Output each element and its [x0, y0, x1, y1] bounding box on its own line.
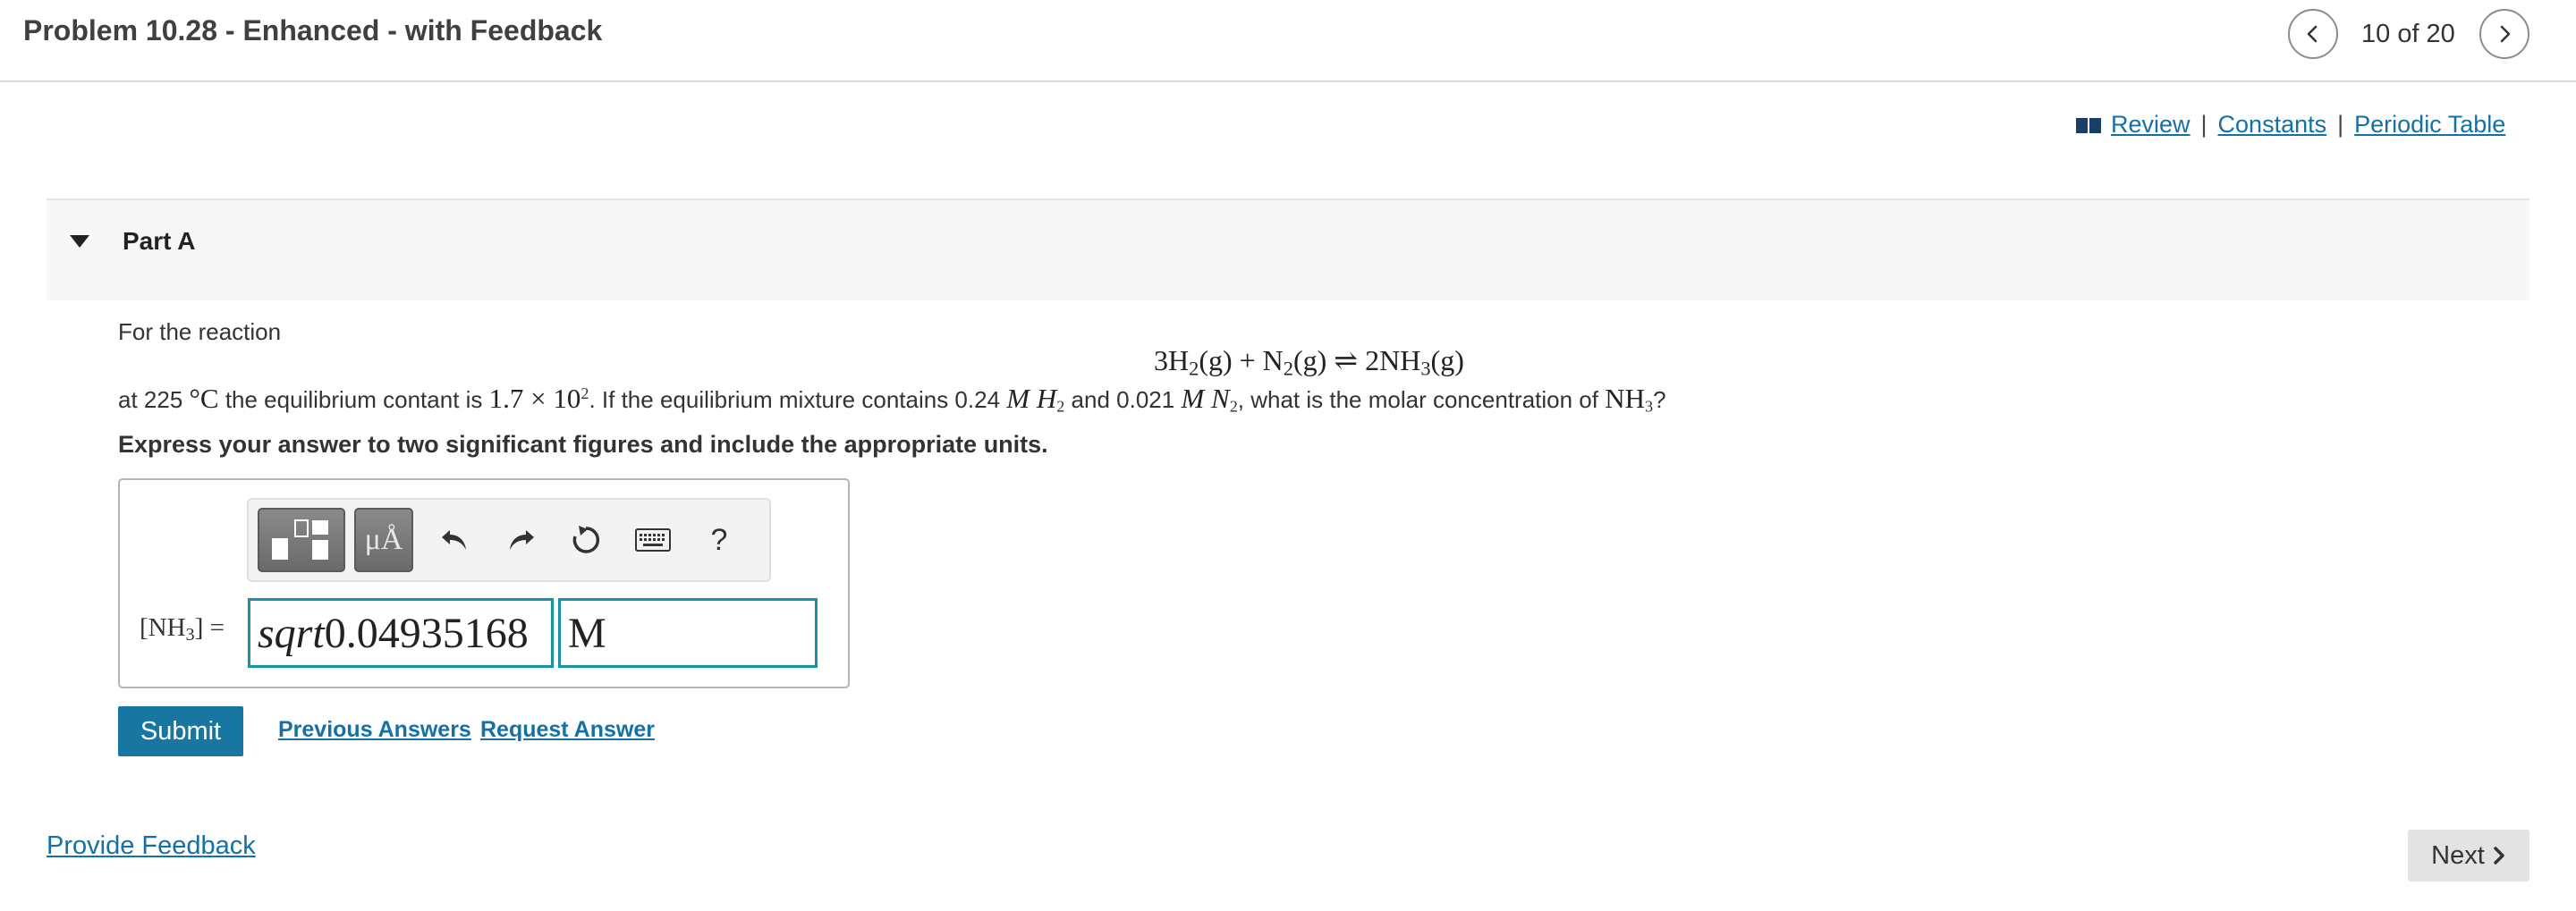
submit-button[interactable]: Submit: [118, 706, 243, 756]
chevron-right-icon: [2494, 847, 2504, 865]
redo-icon[interactable]: [499, 518, 544, 562]
collapse-caret-icon[interactable]: [68, 233, 91, 254]
link-separator: |: [2200, 111, 2207, 138]
next-button[interactable]: Next: [2408, 830, 2529, 881]
resource-links: Review | Constants | Periodic Table: [2075, 111, 2505, 139]
next-label: Next: [2431, 840, 2485, 870]
provide-feedback-link[interactable]: Provide Feedback: [47, 831, 256, 861]
undo-icon[interactable]: [432, 518, 477, 562]
constants-link[interactable]: Constants: [2218, 111, 2327, 139]
answer-instructions: Express your answer to two significant f…: [118, 431, 1048, 458]
answer-label: [NH3] =: [140, 613, 225, 645]
templates-button[interactable]: [258, 508, 345, 572]
periodic-table-link[interactable]: Periodic Table: [2354, 111, 2505, 139]
question-text: at 225 °C the equilibrium contant is 1.7…: [118, 383, 1666, 416]
chevron-left-icon: [2307, 25, 2318, 43]
review-link[interactable]: Review: [2111, 111, 2190, 139]
problem-pager: 10 of 20: [2361, 20, 2455, 48]
reaction-equation: 3H2(g) + N2(g) ⇌ 2NH3(g): [1154, 344, 1464, 380]
answer-units-field[interactable]: M: [558, 598, 818, 668]
question-intro: For the reaction: [118, 318, 282, 345]
previous-problem-button[interactable]: [2288, 9, 2338, 59]
templates-icon: [272, 519, 328, 560]
previous-answers-link[interactable]: Previous Answers: [278, 717, 471, 743]
keyboard-icon[interactable]: [630, 518, 676, 562]
link-separator: |: [2337, 111, 2344, 138]
part-title: Part A: [123, 227, 196, 255]
part-a-header[interactable]: [47, 198, 2529, 300]
book-icon: [2075, 115, 2102, 135]
next-problem-button[interactable]: [2479, 9, 2529, 59]
answer-value-field[interactable]: sqrt 0.04935168: [248, 598, 554, 668]
problem-title: Problem 10.28 - Enhanced - with Feedback: [23, 14, 603, 46]
chevron-right-icon: [2500, 25, 2511, 43]
request-answer-link[interactable]: Request Answer: [480, 717, 655, 743]
help-button[interactable]: ?: [697, 518, 741, 562]
symbols-button[interactable]: μÅ: [354, 508, 413, 572]
reset-icon[interactable]: [564, 518, 608, 562]
